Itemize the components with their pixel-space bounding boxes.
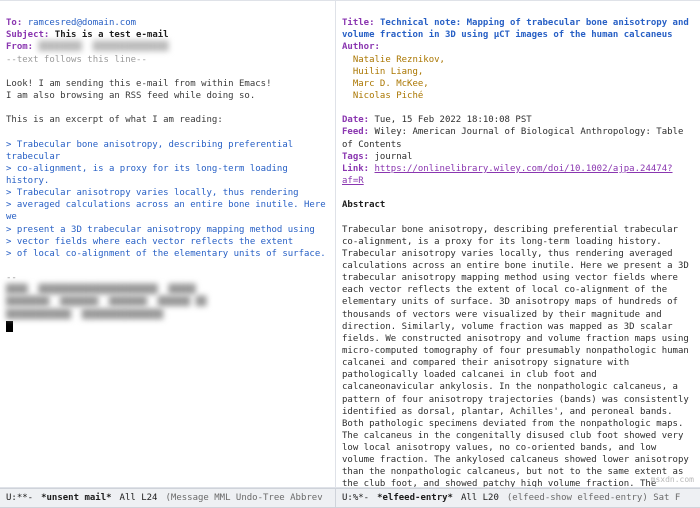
separator-line: --text follows this line-- xyxy=(6,55,147,65)
from-label: From: xyxy=(6,42,33,52)
emacs-frame: To: ramcesred@domain.com Subject: This i… xyxy=(0,0,700,488)
link-url[interactable]: https://onlinelibrary.wiley.com/doi/10.1… xyxy=(342,164,673,186)
modeline-modes: (elfeed-show elfeed-entry) Sat F xyxy=(507,492,680,504)
modeline-modes: (Message MML Undo-Tree Abbrev xyxy=(165,492,322,504)
abstract-heading: Abstract xyxy=(342,200,385,210)
modeline-position: All L20 xyxy=(461,492,499,504)
author-name: Marc D. McKee, xyxy=(353,79,429,89)
title-label: Title: xyxy=(342,18,375,28)
quoted-line[interactable]: > vector fields where each vector reflec… xyxy=(6,237,293,247)
date-label: Date: xyxy=(342,115,369,125)
quoted-line[interactable]: > co-alignment, is a proxy for its long-… xyxy=(6,164,293,186)
modeline-buffer-name: *unsent mail* xyxy=(41,492,111,504)
quoted-line[interactable]: > of local co-alignment of the elementar… xyxy=(6,249,326,259)
feed-label: Feed: xyxy=(342,127,369,137)
modeline-buffer-name: *elfeed-entry* xyxy=(377,492,453,504)
modeline-row: U:**- *unsent mail* All L24 (Message MML… xyxy=(0,488,700,508)
quoted-line[interactable]: > Trabecular bone anisotropy, describing… xyxy=(6,140,299,162)
signature-redacted: ████████████ ███████████████ xyxy=(6,310,163,320)
modeline-status: U:**- xyxy=(6,492,33,504)
author-name: Nicolas Piché xyxy=(353,91,423,101)
modeline-right[interactable]: U:%*- *elfeed-entry* All L20 (elfeed-sho… xyxy=(336,488,700,508)
modeline-left[interactable]: U:**- *unsent mail* All L24 (Message MML… xyxy=(0,488,336,508)
watermark: msxdn.com xyxy=(651,475,694,486)
link-label: Link: xyxy=(342,164,369,174)
body-line[interactable]: I am also browsing an RSS feed while doi… xyxy=(6,91,255,101)
author-name: Huilin Liang, xyxy=(353,67,423,77)
signature-redacted: ████ ██████████████████████ █████ xyxy=(6,285,196,295)
from-value-redacted: ████████ ██████████████ xyxy=(39,42,169,52)
body-line[interactable]: Look! I am sending this e-mail from with… xyxy=(6,79,272,89)
title-value: Technical note: Mapping of trabecular bo… xyxy=(342,18,694,40)
to-value[interactable]: ramcesred@domain.com xyxy=(28,18,136,28)
quoted-line[interactable]: > present a 3D trabecular anisotropy map… xyxy=(6,225,315,235)
compose-buffer[interactable]: To: ramcesred@domain.com Subject: This i… xyxy=(0,1,336,487)
feed-value: Wiley: American Journal of Biological An… xyxy=(342,127,689,149)
quoted-line[interactable]: > averaged calculations across an entire… xyxy=(6,200,331,222)
cursor xyxy=(6,321,13,332)
subject-label: Subject: xyxy=(6,30,49,40)
to-label: To: xyxy=(6,18,22,28)
quoted-line[interactable]: > Trabecular anisotropy varies locally, … xyxy=(6,188,299,198)
signature-dash: -- xyxy=(6,273,17,283)
abstract-body: Trabecular bone anisotropy, describing p… xyxy=(342,225,694,487)
signature-redacted: ████████ ███████ ███████ ██████ ██ xyxy=(6,297,206,307)
tags-value: journal xyxy=(375,152,413,162)
subject-value[interactable]: This is a test e-mail xyxy=(55,30,169,40)
author-label: Author: xyxy=(342,42,380,52)
body-line[interactable]: This is an excerpt of what I am reading: xyxy=(6,115,223,125)
elfeed-entry-buffer[interactable]: Title: Technical note: Mapping of trabec… xyxy=(336,1,700,487)
modeline-status: U:%*- xyxy=(342,492,369,504)
author-name: Natalie Reznikov, xyxy=(353,55,445,65)
modeline-position: All L24 xyxy=(120,492,158,504)
date-value: Tue, 15 Feb 2022 18:10:08 PST xyxy=(375,115,532,125)
tags-label: Tags: xyxy=(342,152,369,162)
